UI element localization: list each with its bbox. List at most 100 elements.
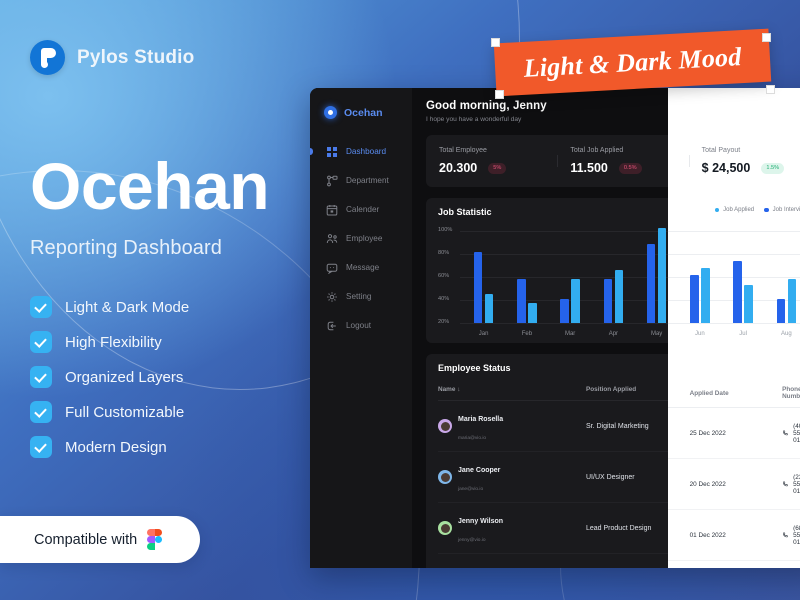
sidebar-item-label: Calender: [346, 205, 380, 214]
legend-item: Job Applied: [714, 207, 754, 213]
list-item: Light & Dark Mode: [30, 296, 330, 318]
stat-card-total-employee: Total Employee 20.300 5%: [426, 147, 557, 175]
dashboard-content-light: Good morning, Jenny I hope you have a wo…: [668, 88, 800, 568]
x-tick-label: Aug: [781, 331, 792, 337]
column-header-position: Position Applied: [668, 380, 690, 408]
feature-label: Light & Dark Mode: [65, 298, 190, 316]
avatar: [438, 419, 452, 433]
bar-group: [668, 225, 678, 323]
list-item: Full Customizable: [30, 401, 330, 423]
avatar: [438, 470, 452, 484]
bar-group: [722, 225, 765, 323]
selection-handle-top-left[interactable]: [491, 38, 500, 47]
y-tick-label: 100%: [438, 227, 453, 233]
table-row[interactable]: Jacob Jonesjacob@vio.io Digital Marketin…: [668, 560, 800, 568]
stat-label: Total Job Applied: [570, 147, 624, 154]
pylos-logo-icon: [30, 40, 65, 75]
stat-card-total-payout-light: Total Payout $ 24,500 1.5%: [688, 147, 800, 175]
stats-row-light: Total Employee 20.3005% Total Job Applie…: [668, 135, 800, 187]
sidebar-item-label: Setting: [346, 292, 372, 301]
status-badge: 1.5%: [761, 162, 785, 174]
employee-name: Jane Cooper: [458, 467, 501, 474]
employee-name: Jenny Wilson: [458, 518, 504, 525]
status-badge: 0.5%: [618, 162, 642, 174]
check-icon: [30, 331, 52, 353]
check-icon: [30, 366, 52, 388]
sidebar-item-label: Employee: [346, 234, 383, 243]
employee-position: Digital Marketing: [668, 560, 690, 568]
stat-label: Total Employee: [439, 147, 487, 154]
job-statistic-panel-light: Job Statistic Job Applied Job Interview …: [668, 198, 800, 343]
bar-group: [505, 225, 548, 323]
greeting-subtext: I hope you have a wonderful day: [668, 116, 800, 123]
x-tick-label: Apr: [608, 331, 619, 337]
bar-chart-light: 100% 80% 60% 40% 20%: [668, 225, 800, 337]
employee-date: 01 Dec 2022: [689, 509, 783, 561]
selection-handle-bottom-left[interactable]: [495, 90, 504, 99]
x-tick-label: May: [668, 331, 678, 337]
x-tick-label: Jun: [695, 331, 705, 337]
page-title: Ocehan: [30, 149, 270, 223]
employee-phone: (684) 555-0102: [782, 525, 800, 546]
stat-card-total-job-applied-light: Total Job Applied 11.5000.5%: [668, 147, 689, 175]
legend-label: Job Interview: [772, 207, 800, 213]
x-tick-label: Mar: [564, 331, 576, 337]
figma-icon: [147, 528, 163, 551]
light-content-inner: Good morning, Jenny I hope you have a wo…: [668, 88, 800, 568]
status-badge: 5%: [488, 162, 507, 174]
feature-list: Light & Dark Mode High Flexibility Organ…: [30, 296, 330, 458]
x-axis-labels-light: Jan Feb Mar Apr May Jun Jul Aug: [668, 331, 800, 337]
table-header-row: Name ↓ Position Applied Applied Date Pho…: [668, 380, 800, 408]
brand-name: Pylos Studio: [77, 46, 195, 68]
list-item: Organized Layers: [30, 366, 330, 388]
column-header-date: Applied Date: [689, 380, 783, 408]
y-tick-label: 80%: [438, 250, 450, 256]
employee-name: Maria Rosella: [458, 416, 504, 423]
selection-handle-top-right[interactable]: [762, 33, 771, 42]
stat-label: Total Job Applied: [668, 147, 676, 154]
feature-label: Organized Layers: [65, 368, 184, 386]
list-item: Modern Design: [30, 436, 330, 458]
employee-position: Sr. Digital Marketing: [668, 407, 690, 459]
sidebar-item-label: Message: [346, 263, 380, 272]
bar-group: [462, 225, 505, 323]
employee-position: UI/UX Designer: [668, 458, 690, 510]
employee-date: 31 Okt 2022: [689, 560, 783, 568]
bar-group: [678, 225, 721, 323]
y-tick-label: 20%: [438, 319, 450, 325]
compatible-badge: Compatible with: [0, 516, 200, 563]
greeting-block-light: Good morning, Jenny I hope you have a wo…: [668, 98, 800, 123]
table-row[interactable]: Maria Rosellamaria@vio.io Sr. Digital Ma…: [668, 407, 800, 459]
column-header-phone: Phone Number: [782, 380, 800, 408]
employee-position: Lead Product Design: [668, 509, 690, 561]
table-row[interactable]: Jenny Wilsonjenny@vio.io Lead Product De…: [668, 509, 800, 561]
x-tick-label: Jul: [739, 331, 747, 337]
list-item: High Flexibility: [30, 331, 330, 353]
selection-handle-bottom-right[interactable]: [766, 85, 775, 94]
column-header-name: Name ↓: [438, 380, 586, 401]
check-icon: [30, 296, 52, 318]
employee-email: jane@vio.io: [458, 487, 484, 492]
compatible-label: Compatible with: [34, 531, 138, 548]
promo-panel: Pylos Studio Ocehan Reporting Dashboard …: [0, 0, 330, 600]
sidebar-item-label: Dashboard: [346, 147, 387, 156]
employee-phone: (239) 555-0108: [782, 474, 800, 495]
ribbon-label: Light & Dark Mood: [522, 41, 743, 83]
sort-down-icon[interactable]: ↓: [457, 386, 460, 393]
x-tick-label: Jan: [478, 331, 489, 337]
employee-phone: (406) 555-0120: [782, 423, 800, 444]
feature-label: Full Customizable: [65, 403, 185, 421]
stat-label: Total Payout: [701, 147, 741, 154]
check-icon: [30, 436, 52, 458]
legend-item: Job Interview: [764, 207, 800, 213]
bar-group: [765, 225, 800, 323]
employee-date: 20 Dec 2022: [689, 458, 783, 510]
brand: Pylos Studio: [30, 40, 330, 75]
table-row[interactable]: Jane Cooperjane@vio.io UI/UX Designer 20…: [668, 458, 800, 510]
stat-value: $ 24,500: [701, 161, 751, 175]
employee-date: 25 Dec 2022: [689, 407, 783, 459]
mood-ribbon: Light & Dark Mood: [493, 28, 772, 97]
employee-email: maria@vio.io: [458, 436, 487, 441]
poster-canvas: Pylos Studio Ocehan Reporting Dashboard …: [0, 0, 800, 600]
bar-group: [592, 225, 635, 323]
